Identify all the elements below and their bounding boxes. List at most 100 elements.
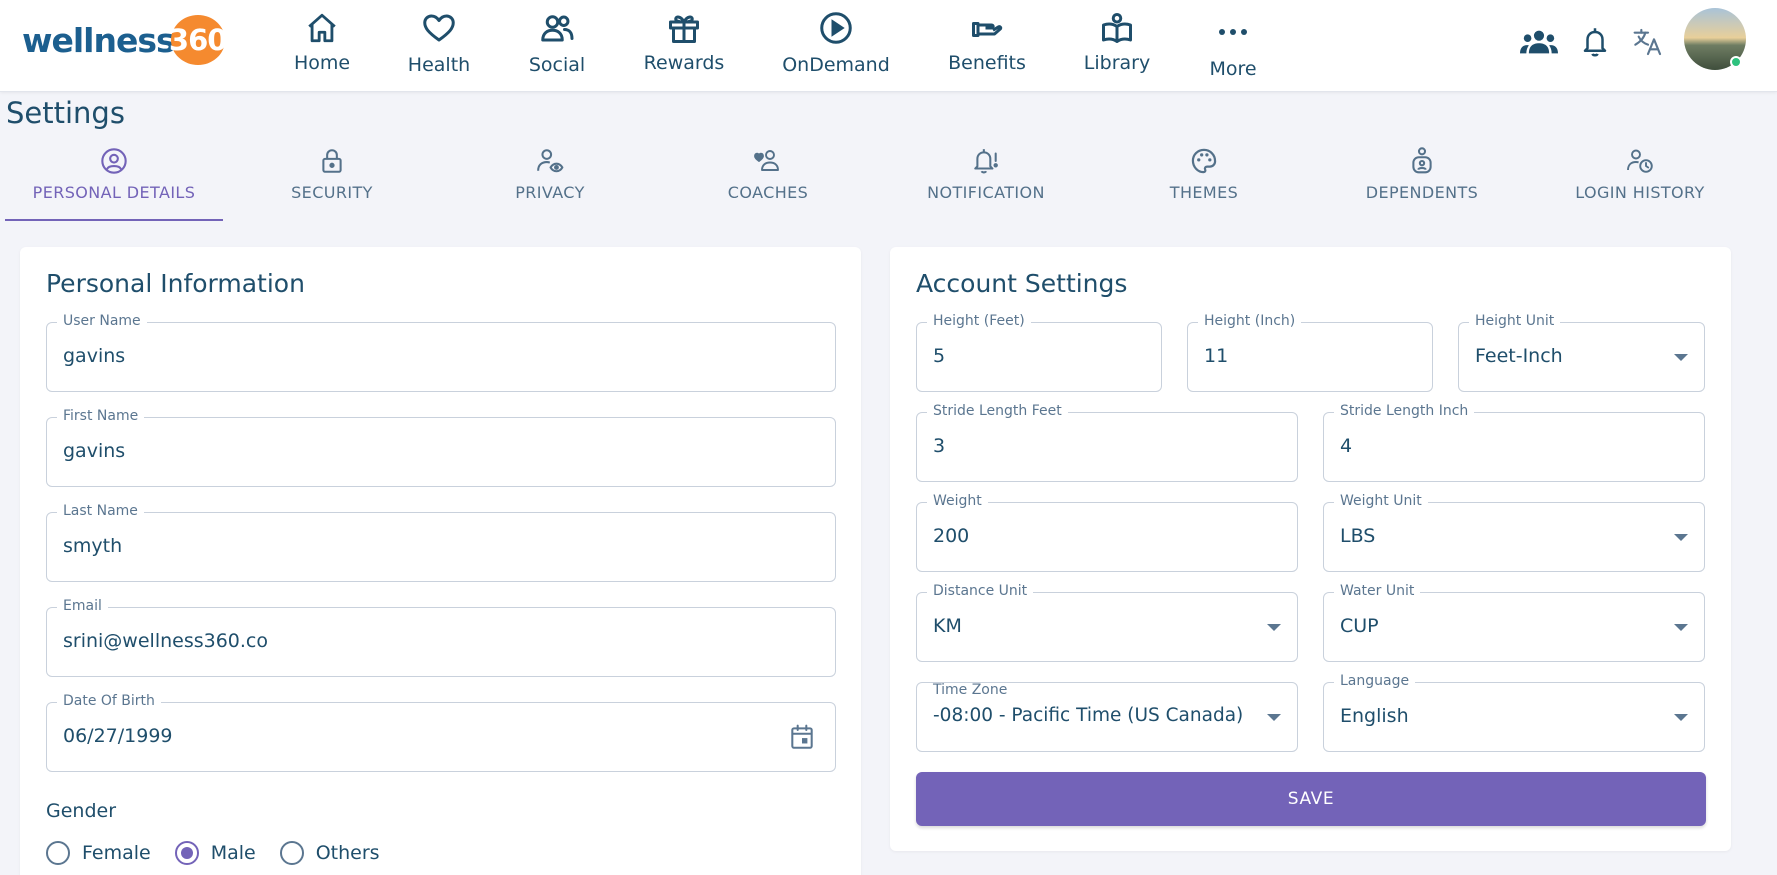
chevron-down-icon [1267, 714, 1281, 721]
nav-item-more[interactable]: More [1178, 10, 1288, 82]
time-zone-select[interactable]: Time Zone -08:00 - Pacific Time (US Cana… [916, 682, 1298, 752]
tab-label: COACHES [727, 183, 809, 202]
radio-label-male: Male [210, 842, 256, 864]
date-of-birth-field[interactable]: Date Of Birth 06/27/1999 [46, 693, 836, 772]
nav-item-benefits[interactable]: Benefits [932, 10, 1042, 82]
gift-icon [666, 10, 702, 46]
people-icon [539, 10, 575, 46]
active-tab-indicator [5, 219, 223, 221]
weight-value: 200 [933, 525, 970, 547]
chevron-down-icon [1674, 714, 1688, 721]
gender-radio-others[interactable]: Others [279, 841, 380, 865]
stride-length-inch-value: 4 [1340, 435, 1353, 457]
email-label: Email [57, 598, 108, 614]
chevron-down-icon [1674, 354, 1688, 361]
gender-label: Gender [46, 800, 117, 822]
nav-item-home[interactable]: Home [267, 10, 377, 82]
language-label: Language [1334, 673, 1416, 689]
hand-icon [969, 10, 1005, 46]
tab-label: NOTIFICATION [927, 183, 1045, 202]
bell-icon[interactable] [1575, 22, 1615, 62]
tab-notification[interactable]: NOTIFICATION [877, 142, 1095, 222]
stride-length-feet-field[interactable]: Stride Length Feet 3 [916, 403, 1298, 482]
chevron-down-icon [1674, 534, 1688, 541]
logo-badge: 360 [169, 15, 227, 65]
nav-item-health[interactable]: Health [384, 10, 494, 82]
tab-security[interactable]: SECURITY [223, 142, 441, 222]
gender-radio-female[interactable]: Female [46, 841, 151, 865]
nav-item-library[interactable]: Library [1062, 10, 1172, 82]
weight-unit-select[interactable]: Weight Unit LBS [1323, 493, 1705, 572]
water-unit-label: Water Unit [1334, 583, 1421, 599]
email-field[interactable]: Email srini@wellness360.co [46, 598, 836, 677]
tab-label: PERSONAL DETAILS [32, 183, 196, 202]
nav-label-more: More [1209, 58, 1257, 80]
page-title: Settings [6, 96, 125, 130]
height-feet-value: 5 [933, 345, 946, 367]
height-unit-value: Feet-Inch [1475, 345, 1563, 367]
weight-field[interactable]: Weight 200 [916, 493, 1298, 572]
nav-item-ondemand[interactable]: OnDemand [781, 10, 891, 82]
gender-radio-group: Female Male Others [46, 838, 404, 868]
online-status-dot [1730, 56, 1742, 68]
email-value: srini@wellness360.co [63, 630, 269, 652]
nav-item-social[interactable]: Social [502, 10, 612, 82]
language-select[interactable]: Language English [1323, 673, 1705, 752]
account-settings-title: Account Settings [916, 269, 1128, 298]
first-name-value: gavins [63, 440, 126, 462]
nav-label-health: Health [407, 54, 471, 76]
translate-icon[interactable] [1628, 22, 1668, 62]
last-name-label: Last Name [57, 503, 144, 519]
last-name-field[interactable]: Last Name smyth [46, 503, 836, 582]
tab-privacy[interactable]: PRIVACY [441, 142, 659, 222]
tab-coaches[interactable]: COACHES [659, 142, 877, 222]
radio-circle [174, 841, 199, 865]
radio-label-female: Female [82, 842, 151, 864]
nav-label-library: Library [1083, 52, 1151, 74]
first-name-label: First Name [57, 408, 145, 424]
stride-length-inch-label: Stride Length Inch [1334, 403, 1475, 419]
radio-circle [46, 841, 70, 865]
water-unit-select[interactable]: Water Unit CUP [1323, 583, 1705, 662]
height-feet-field[interactable]: Height (Feet) 5 [916, 313, 1162, 392]
tab-themes[interactable]: THEMES [1095, 142, 1313, 222]
first-name-field[interactable]: First Name gavins [46, 408, 836, 487]
gender-radio-male[interactable]: Male [174, 841, 256, 865]
tab-dependents[interactable]: DEPENDENTS [1313, 142, 1531, 222]
wellness360-logo[interactable]: wellness 360 [22, 14, 227, 66]
tab-label: PRIVACY [515, 183, 585, 202]
nav-label-home: Home [293, 52, 351, 74]
tab-personal-details[interactable]: PERSONAL DETAILS [5, 142, 223, 222]
nav-item-rewards[interactable]: Rewards [629, 10, 739, 82]
height-feet-label: Height (Feet) [927, 313, 1031, 329]
lock-icon [318, 147, 346, 175]
height-inch-label: Height (Inch) [1198, 313, 1302, 329]
user-circle-icon [100, 147, 128, 175]
weight-label: Weight [927, 493, 988, 509]
more-dots-icon [1215, 14, 1251, 50]
save-button[interactable]: SAVE [916, 772, 1706, 826]
date-of-birth-value: 06/27/1999 [63, 725, 173, 747]
group-icon[interactable] [1519, 22, 1559, 62]
user-badge-icon [1408, 147, 1436, 175]
time-zone-label: Time Zone [927, 683, 1014, 698]
stride-length-inch-field[interactable]: Stride Length Inch 4 [1323, 403, 1705, 482]
calendar-icon[interactable] [789, 723, 817, 751]
chevron-down-icon [1267, 624, 1281, 631]
username-field[interactable]: User Name gavins [46, 313, 836, 392]
radio-circle [279, 841, 304, 865]
username-value: gavins [63, 345, 126, 367]
user-heart-icon [754, 147, 782, 175]
tab-login-history[interactable]: LOGIN HISTORY [1531, 142, 1749, 222]
personal-information-card: Personal Information User Name gavins Fi… [20, 247, 861, 875]
tab-label: THEMES [1169, 183, 1239, 202]
stride-length-feet-label: Stride Length Feet [927, 403, 1068, 419]
height-unit-label: Height Unit [1469, 313, 1561, 329]
height-unit-select[interactable]: Height Unit Feet-Inch [1458, 313, 1705, 392]
height-inch-field[interactable]: Height (Inch) 11 [1187, 313, 1433, 392]
height-inch-value: 11 [1204, 345, 1229, 367]
logo-text: wellness [22, 20, 176, 60]
distance-unit-select[interactable]: Distance Unit KM [916, 583, 1298, 662]
username-label: User Name [57, 313, 147, 329]
tab-label: LOGIN HISTORY [1575, 183, 1705, 202]
